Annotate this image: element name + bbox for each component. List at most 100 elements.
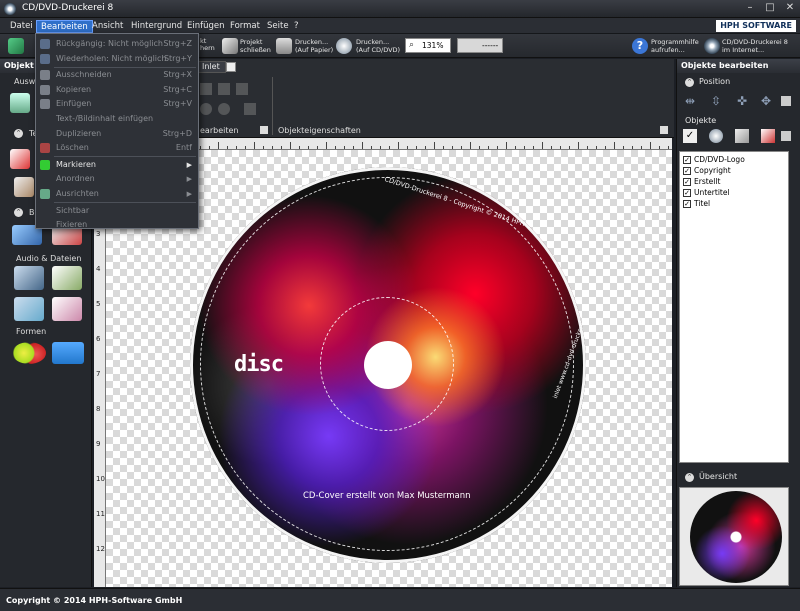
- menu-item-markieren[interactable]: Markieren ▶: [36, 158, 198, 173]
- edit-tools-disabled: [198, 81, 258, 119]
- page-icon[interactable]: [226, 62, 236, 72]
- cut-icon: [40, 70, 50, 81]
- internet-button[interactable]: CD/DVD-Druckerei 8 im Internet...: [704, 37, 798, 55]
- shapes-object-thumb[interactable]: [12, 342, 46, 364]
- file-list-thumb[interactable]: [52, 297, 82, 321]
- disc-object-icon[interactable]: [709, 129, 723, 143]
- ruler-tick: [524, 146, 525, 149]
- ruler-label: 9: [96, 440, 101, 448]
- disc-caption: CD-Cover erstellt von Max Mustermann: [303, 491, 471, 501]
- maximize-button[interactable]: □: [760, 1, 780, 16]
- ruler-label: 11: [96, 510, 105, 518]
- position-extra-icon[interactable]: [781, 96, 791, 106]
- files-object-thumb[interactable]: [52, 266, 82, 290]
- menu-item-rückgängig-nicht-möglich[interactable]: Rückgängig: Nicht möglich Strg+Z: [36, 37, 198, 52]
- group-expand-icon[interactable]: [260, 126, 268, 134]
- menu-item-fixieren[interactable]: Fixieren: [36, 218, 198, 233]
- ruler-tick: [641, 146, 642, 149]
- close-button[interactable]: ✕: [780, 1, 800, 16]
- align-center-icon[interactable]: ✜: [735, 94, 749, 108]
- project-close-icon: [222, 38, 238, 54]
- menu-help[interactable]: ?: [290, 20, 303, 33]
- menu-item-anordnen[interactable]: Anordnen ▶: [36, 172, 198, 187]
- menu-item-wiederholen-nicht-möglich[interactable]: Wiederholen: Nicht möglich Strg+Y: [36, 52, 198, 67]
- object-item-titel[interactable]: ✓ Titel: [683, 198, 710, 209]
- checkbox-icon[interactable]: ✓: [683, 156, 691, 164]
- menu-item-ausrichten[interactable]: Ausrichten ▶: [36, 187, 198, 202]
- menu-item-einfügen[interactable]: Einfügen Strg+V: [36, 97, 198, 112]
- checkbox-icon[interactable]: ✓: [683, 200, 691, 208]
- minimize-button[interactable]: –: [740, 1, 760, 16]
- menu-item-text-bildinhalt-einfügen[interactable]: Text-/Bildinhalt einfügen: [36, 112, 198, 127]
- ruler-tick: [659, 146, 660, 149]
- menu-seite[interactable]: Seite: [263, 20, 293, 33]
- menu-item-ausschneiden[interactable]: Ausschneiden Strg+X: [36, 68, 198, 83]
- cd-label-disc[interactable]: CD/DVD-Druckerei 8 - Copyright © 2014 HP…: [190, 167, 586, 563]
- object-item-erstellt[interactable]: ✓ Erstellt: [683, 176, 720, 187]
- print-cd-button[interactable]: Drucken... (Auf CD/DVD): [336, 37, 402, 55]
- select-object-thumb[interactable]: [10, 93, 30, 113]
- audio-object-thumb[interactable]: [14, 266, 44, 290]
- ruler-tick: [623, 146, 624, 149]
- checkbox-icon[interactable]: ✓: [683, 189, 691, 197]
- check-all-icon[interactable]: ✓: [683, 129, 697, 143]
- left-panel-section-formen: Formen: [16, 327, 47, 336]
- menu-ansicht[interactable]: Ansicht: [88, 20, 127, 33]
- project-close-label: Projekt schließen: [240, 38, 271, 54]
- minimize-icon: –: [747, 2, 753, 13]
- audio-list-thumb[interactable]: [14, 297, 44, 321]
- paste-icon: [40, 99, 50, 110]
- menu-bearbeiten[interactable]: Bearbeiten: [36, 20, 93, 33]
- ruler-tick: [668, 146, 669, 149]
- menu-item-sichtbar[interactable]: Sichtbar: [36, 204, 198, 219]
- object-item-copyright[interactable]: ✓ Copyright: [683, 165, 731, 176]
- objects-extra-icon[interactable]: [781, 131, 791, 141]
- position-collapse-icon[interactable]: ⌃: [685, 78, 694, 87]
- checkbox-icon[interactable]: ✓: [683, 178, 691, 186]
- align-vertical-icon[interactable]: ⇳: [709, 94, 723, 108]
- overview-collapse-icon[interactable]: ⌃: [685, 473, 694, 482]
- tab-inlet[interactable]: Inlet: [198, 61, 226, 73]
- ruler-tick: [308, 146, 309, 149]
- printer-icon: [276, 38, 292, 54]
- overview-disc-thumbnail[interactable]: [690, 491, 782, 583]
- menu-format[interactable]: Format: [226, 20, 264, 33]
- menu-datei[interactable]: Datei: [6, 20, 37, 33]
- center-hole: [364, 341, 412, 389]
- delete-icon: [40, 143, 50, 154]
- ruler-tick: [290, 142, 291, 149]
- submenu-arrow-icon: ▶: [186, 190, 192, 198]
- collapse-text-icon[interactable]: ⌃: [14, 129, 23, 138]
- checkbox-icon[interactable]: ✓: [683, 167, 691, 175]
- object-item-cd-logo[interactable]: ✓ CD/DVD-Logo: [683, 154, 745, 165]
- ruler-tick: [353, 146, 354, 149]
- image-list-icon[interactable]: [735, 129, 749, 143]
- line-style-combo[interactable]: ------: [457, 38, 503, 53]
- collapse-image-icon[interactable]: ⌃: [14, 208, 23, 217]
- menu-item-duplizieren[interactable]: Duplizieren Strg+D: [36, 127, 198, 142]
- note-object-thumb[interactable]: [14, 177, 34, 197]
- help-button[interactable]: ? Programmhilfe aufrufen...: [632, 37, 704, 55]
- pdf-object-icon[interactable]: [761, 129, 775, 143]
- new-project-icon[interactable]: [8, 38, 24, 54]
- arrows-object-thumb[interactable]: [52, 342, 84, 364]
- menu-item-löschen[interactable]: Löschen Entf: [36, 141, 198, 156]
- close-icon: ✕: [785, 2, 795, 13]
- menu-item-label: Sichtbar: [56, 205, 90, 215]
- ruler-label: 12: [96, 545, 105, 553]
- menu-hintergrund[interactable]: Hintergrund: [127, 20, 186, 33]
- ruler-tick: [497, 146, 498, 149]
- properties-expand-icon[interactable]: [660, 126, 668, 134]
- align-distribute-icon[interactable]: ✥: [759, 94, 773, 108]
- help-label: Programmhilfe aufrufen...: [651, 38, 699, 54]
- align-horizontal-icon[interactable]: ⇹: [683, 94, 697, 108]
- zoom-combo[interactable]: ⌕ 131%: [405, 38, 451, 53]
- menu-item-label: Löschen: [56, 143, 89, 153]
- text-object-thumb[interactable]: [10, 149, 30, 169]
- menu-einfuegen[interactable]: Einfügen: [183, 20, 229, 33]
- select-icon: [40, 159, 50, 170]
- position-label: Position: [699, 77, 731, 86]
- print-paper-button[interactable]: Drucken... (Auf Papier): [276, 37, 336, 55]
- object-item-untertitel[interactable]: ✓ Untertitel: [683, 187, 730, 198]
- menu-item-kopieren[interactable]: Kopieren Strg+C: [36, 83, 198, 98]
